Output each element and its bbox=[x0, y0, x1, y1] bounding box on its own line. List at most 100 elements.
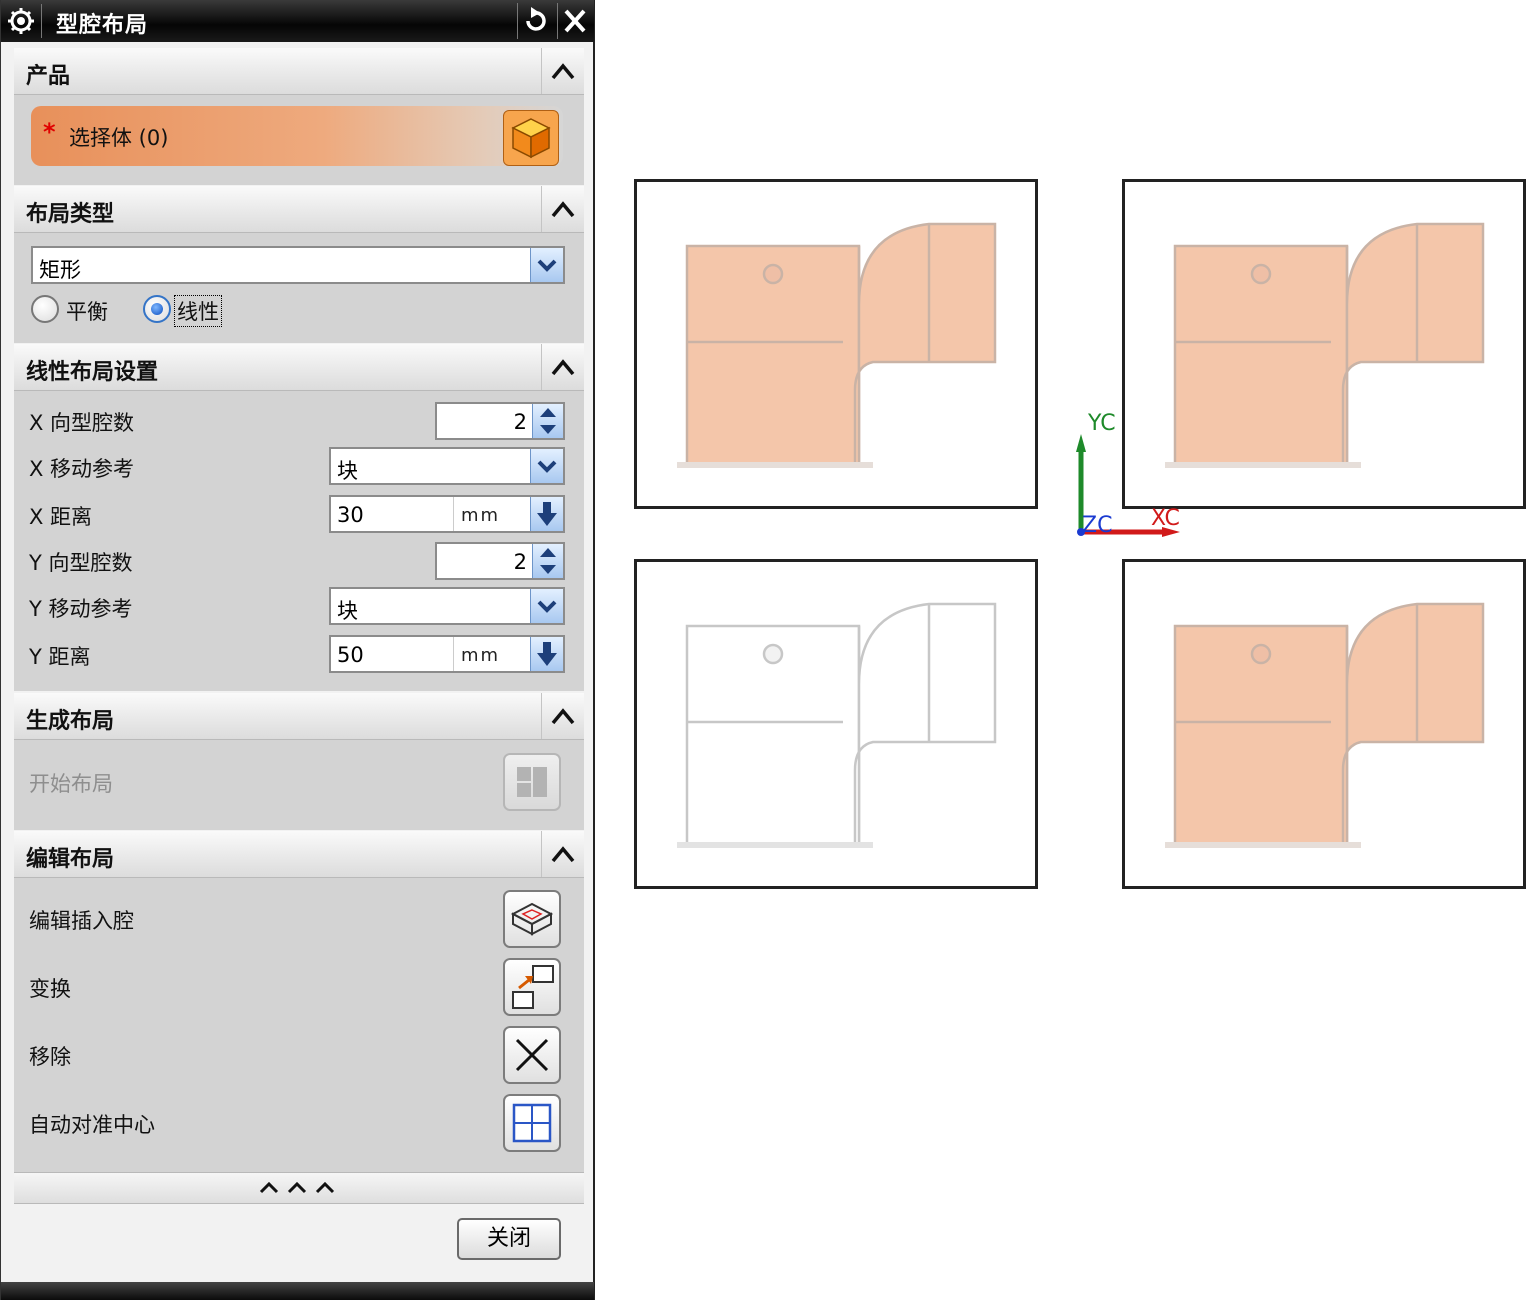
insert-cavity-icon bbox=[510, 902, 554, 936]
close-icon bbox=[564, 9, 586, 33]
cavity-layout-dialog: 型腔布局 产品 * 选择体 (0) 布局类型 矩形 平衡 线性 线性布局设置 X… bbox=[0, 0, 595, 1300]
x-ref-value: 块 bbox=[337, 459, 358, 483]
cavity-view-bottom-left[interactable] bbox=[634, 559, 1038, 889]
x-distance-input[interactable]: 30 mm bbox=[329, 495, 565, 533]
spin-buttons[interactable] bbox=[532, 404, 563, 438]
section-linear-settings-title: 线性布局设置 bbox=[26, 360, 159, 385]
select-body-label: 选择体 (0) bbox=[69, 126, 169, 150]
radio-linear-label[interactable]: 线性 bbox=[174, 295, 222, 327]
y-distance-value: 50 bbox=[337, 643, 364, 667]
part-model-wireframe bbox=[677, 602, 997, 848]
collapse-button[interactable] bbox=[541, 831, 584, 877]
y-count-spinner[interactable]: 2 bbox=[435, 542, 565, 580]
x-count-value: 2 bbox=[513, 410, 527, 434]
dropdown-button[interactable] bbox=[530, 589, 563, 623]
chevron-down-icon bbox=[537, 460, 557, 473]
chevron-up-icon bbox=[551, 708, 575, 725]
section-edit-title: 编辑布局 bbox=[26, 847, 115, 872]
dropdown-button[interactable] bbox=[530, 449, 563, 483]
radio-balance-label[interactable]: 平衡 bbox=[66, 296, 108, 326]
close-button[interactable]: 关闭 bbox=[457, 1218, 561, 1260]
dialog-bottom-edge bbox=[1, 1282, 594, 1300]
remove-x-icon bbox=[515, 1038, 549, 1072]
arrow-down-icon bbox=[537, 502, 557, 526]
radio-balance[interactable] bbox=[31, 295, 59, 323]
select-body-row[interactable]: * 选择体 (0) bbox=[31, 106, 563, 166]
cavity-view-bottom-right[interactable] bbox=[1122, 559, 1526, 889]
spin-buttons[interactable] bbox=[532, 544, 563, 578]
transform-label: 变换 bbox=[29, 977, 71, 1001]
dialog-titlebar: 型腔布局 bbox=[1, 0, 594, 42]
radio-selected-dot bbox=[151, 303, 163, 315]
triple-chevron-up-icon bbox=[259, 1181, 335, 1194]
section-layout-type-header[interactable]: 布局类型 bbox=[14, 186, 584, 233]
x-distance-value: 30 bbox=[337, 503, 364, 527]
x-distance-unit: mm bbox=[461, 505, 501, 526]
start-layout-button[interactable] bbox=[503, 753, 561, 811]
dropdown-button[interactable] bbox=[530, 248, 563, 282]
y-distance-unit: mm bbox=[461, 645, 501, 666]
auto-center-button[interactable] bbox=[503, 1094, 561, 1152]
collapse-button[interactable] bbox=[541, 186, 584, 232]
reset-icon bbox=[526, 7, 546, 31]
section-product-title: 产品 bbox=[26, 64, 71, 89]
collapse-button[interactable] bbox=[541, 693, 584, 739]
y-count-label: Y 向型腔数 bbox=[29, 551, 133, 575]
y-count-value: 2 bbox=[513, 550, 527, 574]
layout-blocks-icon bbox=[517, 767, 547, 797]
chevron-up-icon bbox=[551, 359, 575, 376]
section-edit-header[interactable]: 编辑布局 bbox=[14, 831, 584, 878]
axis-label-yc: YC bbox=[1088, 411, 1116, 436]
x-ref-label: X 移动参考 bbox=[29, 457, 135, 481]
unit-separator bbox=[453, 497, 454, 531]
reset-button[interactable] bbox=[517, 3, 552, 39]
layout-type-dropdown[interactable]: 矩形 bbox=[31, 246, 565, 284]
transform-button[interactable] bbox=[503, 958, 561, 1016]
section-product-header[interactable]: 产品 bbox=[14, 48, 584, 95]
expression-menu-button[interactable] bbox=[530, 637, 563, 671]
gear-icon[interactable] bbox=[7, 7, 35, 35]
close-x-button[interactable] bbox=[557, 3, 592, 39]
x-distance-label: X 距离 bbox=[29, 505, 93, 529]
y-distance-input[interactable]: 50 mm bbox=[329, 635, 565, 673]
section-generate-header[interactable]: 生成布局 bbox=[14, 693, 584, 740]
dialog-title: 型腔布局 bbox=[56, 13, 149, 38]
start-layout-label: 开始布局 bbox=[29, 772, 113, 796]
y-ref-value: 块 bbox=[337, 599, 358, 623]
axis-label-xc: XC bbox=[1151, 506, 1180, 531]
chevron-up-icon bbox=[551, 846, 575, 863]
x-ref-dropdown[interactable]: 块 bbox=[329, 447, 565, 485]
transform-icon bbox=[512, 965, 554, 1009]
y-distance-label: Y 距离 bbox=[29, 645, 91, 669]
chevron-down-icon bbox=[537, 259, 557, 272]
edit-insert-cavity-button[interactable] bbox=[503, 890, 561, 948]
remove-label: 移除 bbox=[29, 1045, 71, 1069]
part-model-shaded bbox=[677, 222, 997, 468]
section-layout-type-title: 布局类型 bbox=[26, 202, 115, 227]
collapse-button[interactable] bbox=[541, 344, 584, 390]
remove-button[interactable] bbox=[503, 1026, 561, 1084]
x-count-label: X 向型腔数 bbox=[29, 411, 135, 435]
select-body-button[interactable] bbox=[503, 110, 559, 166]
radio-linear[interactable] bbox=[143, 295, 171, 323]
center-grid-icon bbox=[512, 1103, 552, 1143]
unit-separator bbox=[453, 637, 454, 671]
chevron-up-icon bbox=[551, 201, 575, 218]
auto-center-label: 自动对准中心 bbox=[29, 1113, 155, 1137]
arrow-down-icon bbox=[537, 642, 557, 666]
spin-arrows-icon bbox=[540, 408, 556, 434]
show-more-bar[interactable] bbox=[14, 1172, 584, 1204]
spin-arrows-icon bbox=[540, 548, 556, 574]
part-model-shaded bbox=[1165, 602, 1485, 848]
expression-menu-button[interactable] bbox=[530, 497, 563, 531]
x-count-spinner[interactable]: 2 bbox=[435, 402, 565, 440]
section-linear-settings-header[interactable]: 线性布局设置 bbox=[14, 344, 584, 391]
chevron-up-icon bbox=[551, 63, 575, 80]
collapse-button[interactable] bbox=[541, 48, 584, 94]
required-mark: * bbox=[43, 118, 56, 146]
section-generate-title: 生成布局 bbox=[26, 709, 115, 734]
y-ref-dropdown[interactable]: 块 bbox=[329, 587, 565, 625]
cavity-view-top-left[interactable] bbox=[634, 179, 1038, 509]
axis-label-zc: ZC bbox=[1082, 513, 1113, 538]
layout-type-value: 矩形 bbox=[39, 258, 81, 282]
